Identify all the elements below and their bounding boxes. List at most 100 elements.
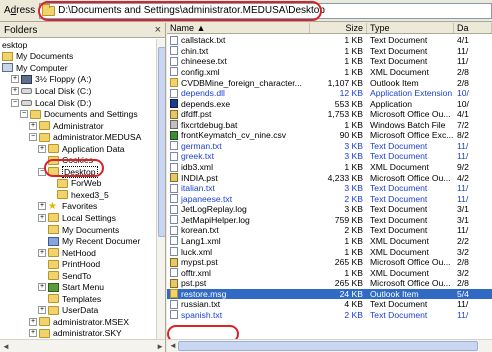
file-name: russian.txt bbox=[181, 299, 221, 310]
expand-icon[interactable]: + bbox=[38, 213, 46, 222]
file-row[interactable]: callstack.txt 1 KB Text Document 4/1 bbox=[167, 35, 492, 46]
file-row[interactable]: fixcrtdebug.bat 1 KB Windows Batch File 7/2 bbox=[167, 120, 492, 131]
tree-item[interactable]: My Documents bbox=[0, 51, 156, 63]
file-row[interactable]: restore.msg 24 KB Outlook Item 5/4 bbox=[167, 288, 492, 300]
folder-icon bbox=[39, 317, 50, 327]
tree-item[interactable]: + Local Disk (C:) bbox=[0, 85, 156, 97]
expand-icon[interactable]: + bbox=[38, 144, 46, 153]
expand-icon[interactable]: + bbox=[11, 75, 19, 84]
tree-item[interactable]: − Desktop bbox=[0, 165, 156, 178]
tree-item[interactable]: + administrator.MSEX bbox=[0, 316, 156, 328]
tree-item[interactable]: + administrator.SKY bbox=[0, 328, 156, 339]
expand-icon[interactable]: + bbox=[38, 283, 46, 292]
recent-icon bbox=[48, 236, 59, 246]
file-row[interactable]: german.txt 3 KB Text Document 11/ bbox=[167, 141, 492, 152]
file-icon bbox=[170, 35, 178, 45]
file-row[interactable]: chineese.txt 1 KB Text Document 11/ bbox=[167, 56, 492, 67]
file-row[interactable]: pst.pst 265 KB Microsoft Office Ou... 2/8 bbox=[167, 278, 492, 289]
file-row[interactable]: JetMapiHelper.log 759 KB Text Document 3/1 bbox=[167, 215, 492, 226]
collapse-icon[interactable]: − bbox=[20, 110, 28, 119]
tree-item[interactable]: PrintHood bbox=[0, 258, 156, 270]
close-icon[interactable]: × bbox=[155, 25, 161, 36]
folder-icon bbox=[48, 271, 59, 281]
file-row[interactable]: JetLogReplay.log 3 KB Text Document 3/1 bbox=[167, 204, 492, 215]
folders-pane: Folders × esktop My Documents My Computer +… bbox=[0, 23, 166, 352]
file-name-cell: frontKeymatch_cv_nine.csv bbox=[167, 130, 310, 140]
file-row[interactable]: Lang1.xml 1 KB XML Document 2/2 bbox=[167, 236, 492, 247]
tree-item[interactable]: hexed3_5 bbox=[0, 189, 156, 201]
file-row[interactable]: mypst.pst 265 KB Microsoft Office Ou... 2/8 bbox=[167, 257, 492, 268]
folders-horizontal-scrollbar[interactable]: ◄ ► bbox=[0, 339, 165, 352]
tree-item[interactable]: − Local Disk (D:) bbox=[0, 97, 156, 109]
scroll-thumb[interactable] bbox=[158, 47, 165, 237]
file-row[interactable]: chin.txt 1 KB Text Document 11/ bbox=[167, 46, 492, 57]
collapse-icon[interactable]: − bbox=[11, 98, 19, 107]
tree-item[interactable]: Templates bbox=[0, 293, 156, 305]
file-row[interactable]: config.xml 1 KB XML Document 2/8 bbox=[167, 67, 492, 78]
file-row[interactable]: japaneese.txt 2 KB Text Document 11/ bbox=[167, 193, 492, 204]
file-row[interactable]: dfdff.pst 1,753 KB Microsoft Office Ou... 4… bbox=[167, 109, 492, 120]
tree-item[interactable]: My Documents bbox=[0, 224, 156, 236]
expand-icon[interactable]: + bbox=[38, 202, 46, 211]
tree-item[interactable]: My Recent Documer bbox=[0, 235, 156, 247]
scroll-right-icon[interactable]: ► bbox=[156, 342, 164, 351]
scroll-left-icon[interactable]: ◄ bbox=[2, 342, 10, 351]
tree-item[interactable]: − administrator.MEDUSA bbox=[0, 131, 156, 143]
tree-item[interactable]: + Local Settings bbox=[0, 212, 156, 224]
tree-item[interactable]: +3½ Floppy (A:) bbox=[0, 74, 156, 86]
file-name-cell: pst.pst bbox=[167, 278, 310, 288]
expand-icon[interactable]: + bbox=[29, 317, 37, 326]
file-row[interactable]: CVDBMine_foreign_character... 1,107 KB Out… bbox=[167, 77, 492, 88]
file-size: 1 KB bbox=[344, 246, 363, 257]
expand-icon[interactable]: + bbox=[38, 306, 46, 315]
tree-item[interactable]: + Start Menu bbox=[0, 281, 156, 293]
file-row[interactable]: idb3.xml 1 KB XML Document 9/2 bbox=[167, 162, 492, 173]
collapse-icon[interactable]: − bbox=[38, 167, 46, 176]
tree-item[interactable]: SendTo bbox=[0, 270, 156, 282]
file-row[interactable]: luck.xml 1 KB XML Document 3/2 bbox=[167, 246, 492, 257]
tree-item[interactable]: esktop bbox=[0, 39, 156, 51]
folder-icon bbox=[48, 294, 59, 304]
file-row[interactable]: greek.txt 3 KB Text Document 11/ bbox=[167, 151, 492, 162]
tree-item[interactable]: Cookies bbox=[0, 154, 156, 166]
tree-item-label: Administrator bbox=[53, 120, 104, 131]
scroll-left-icon[interactable]: ◄ bbox=[169, 341, 177, 350]
file-row[interactable]: depends.exe 553 KB Application 10/ bbox=[167, 98, 492, 109]
expand-icon[interactable]: + bbox=[29, 329, 37, 338]
file-row[interactable]: korean.txt 2 KB Text Document 11/ bbox=[167, 225, 492, 236]
file-icon bbox=[170, 278, 178, 288]
expand-icon[interactable]: + bbox=[38, 248, 46, 257]
file-name-cell: italian.txt bbox=[167, 183, 310, 193]
column-header-type[interactable]: Type bbox=[367, 23, 454, 33]
file-date: 3/2 bbox=[457, 267, 469, 278]
folders-vertical-scrollbar[interactable] bbox=[156, 39, 165, 339]
tree-item[interactable]: + ★ Favorites bbox=[0, 201, 156, 213]
file-type: Text Document bbox=[370, 299, 428, 310]
tree-item[interactable]: + NetHood bbox=[0, 247, 156, 259]
file-row[interactable]: INDIA.pst 4,233 KB Microsoft Office Ou... 4… bbox=[167, 172, 492, 183]
tree-item[interactable]: + UserData bbox=[0, 305, 156, 317]
file-row[interactable]: frontKeymatch_cv_nine.csv 90 KB Microsoft … bbox=[167, 130, 492, 141]
expand-icon[interactable]: + bbox=[29, 121, 37, 130]
file-date: 11/ bbox=[457, 193, 469, 204]
column-header-date[interactable]: Da bbox=[454, 23, 492, 33]
tree-item[interactable]: + Administrator bbox=[0, 120, 156, 132]
file-icon bbox=[170, 151, 178, 161]
file-row[interactable]: depends.dll 12 KB Application Extension 10/ bbox=[167, 88, 492, 99]
column-header-size[interactable]: Size bbox=[310, 23, 367, 33]
address-input[interactable]: D:\Documents and Settings\administrator.… bbox=[39, 2, 492, 19]
tree-item[interactable]: − Documents and Settings bbox=[0, 108, 156, 120]
collapse-icon[interactable]: − bbox=[29, 133, 37, 142]
column-header-name[interactable]: Name ▲ bbox=[167, 23, 310, 33]
scroll-thumb[interactable] bbox=[178, 341, 478, 351]
tree-item[interactable]: My Computer bbox=[0, 62, 156, 74]
expand-icon[interactable]: + bbox=[11, 86, 19, 95]
tree-item[interactable]: ForWeb bbox=[0, 178, 156, 190]
file-row[interactable]: italian.txt 3 KB Text Document 11/ bbox=[167, 183, 492, 194]
file-row[interactable]: spanish.txt 2 KB Text Document 11/ bbox=[167, 310, 492, 321]
tree-item[interactable]: + Application Data bbox=[0, 143, 156, 155]
file-list-horizontal-scrollbar[interactable]: ◄ bbox=[167, 339, 492, 352]
file-row[interactable]: offtr.xml 1 KB XML Document 3/2 bbox=[167, 267, 492, 278]
file-row[interactable]: russian.txt 4 KB Text Document 11/ bbox=[167, 299, 492, 310]
file-size: 1 KB bbox=[344, 267, 363, 278]
